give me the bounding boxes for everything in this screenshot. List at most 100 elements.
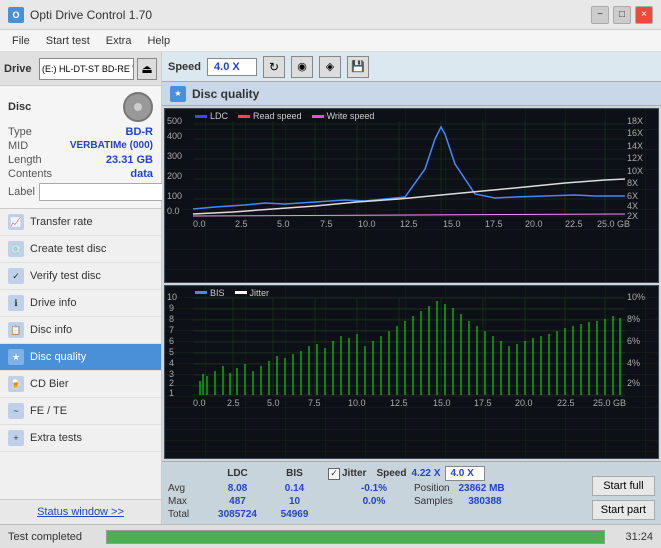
sidebar-item-disc-quality-label: Disc quality <box>30 351 86 363</box>
stats-avg-bis: 0.14 <box>267 483 322 494</box>
status-time: 31:24 <box>613 531 653 543</box>
maximize-button[interactable]: □ <box>613 6 631 24</box>
svg-text:16X: 16X <box>627 128 643 138</box>
jitter-checkbox-row: ✓ Jitter <box>328 468 366 480</box>
sidebar-item-verify-test-disc[interactable]: ✓ Verify test disc <box>0 263 161 290</box>
samples-value: 380388 <box>455 496 515 507</box>
sidebar-item-drive-info[interactable]: ℹ Drive info <box>0 290 161 317</box>
speed-refresh-btn[interactable]: ↻ <box>263 56 285 78</box>
speed-combo[interactable]: 4.0 X <box>207 58 257 76</box>
eject-button[interactable]: ⏏ <box>137 58 157 80</box>
action-buttons: Start full Start part <box>592 476 655 520</box>
minimize-button[interactable]: − <box>591 6 609 24</box>
speed-bar: Speed 4.0 X ↻ ◉ ◈ 💾 <box>162 52 661 82</box>
svg-text:12.5: 12.5 <box>400 219 418 229</box>
svg-text:7.5: 7.5 <box>320 219 333 229</box>
disc-panel-title: Disc <box>8 101 31 113</box>
disc-label-label: Label <box>8 186 35 198</box>
bis-legend-color <box>195 291 207 294</box>
stats-table: LDC BIS ✓ Jitter Speed 4.22 X 4.0 X <box>168 466 586 520</box>
sidebar-item-disc-quality[interactable]: ★ Disc quality <box>0 344 161 371</box>
svg-text:17.5: 17.5 <box>474 398 492 408</box>
svg-text:22.5: 22.5 <box>557 398 575 408</box>
svg-text:0.0: 0.0 <box>193 219 206 229</box>
disc-mid-row: MID VERBATIMe (000) <box>8 140 153 152</box>
svg-text:12X: 12X <box>627 153 643 163</box>
read-speed-legend-label: Read speed <box>253 111 302 121</box>
samples-label: Samples <box>414 496 453 507</box>
disc-type-row: Type BD-R <box>8 126 153 138</box>
read-speed-legend: Read speed <box>238 111 302 121</box>
lower-chart-legend: BIS Jitter <box>195 288 269 298</box>
sidebar-item-disc-info[interactable]: 📋 Disc info <box>0 317 161 344</box>
svg-text:7.5: 7.5 <box>308 398 321 408</box>
start-part-button[interactable]: Start part <box>592 500 655 520</box>
disc-info-icon: 📋 <box>8 322 24 338</box>
sidebar-item-create-test-disc-label: Create test disc <box>30 243 106 255</box>
disc-icon <box>123 92 153 122</box>
svg-text:25.0 GB: 25.0 GB <box>597 219 630 229</box>
drive-selector-row: Drive (E:) HL-DT-ST BD-RE WH16NS58 TST4 … <box>0 52 161 86</box>
menu-help[interactable]: Help <box>139 33 178 49</box>
stats-header-row: LDC BIS ✓ Jitter Speed 4.22 X 4.0 X <box>168 466 586 481</box>
menu-start-test[interactable]: Start test <box>38 33 98 49</box>
lower-chart-svg: 10 9 8 7 6 5 4 3 2 1 10% 8% 6% 4% 2% <box>165 286 658 459</box>
menu-extra[interactable]: Extra <box>98 33 140 49</box>
disc-type-label: Type <box>8 126 32 138</box>
speed-stat-combo[interactable]: 4.0 X <box>445 466 485 481</box>
speed-save-btn[interactable]: 💾 <box>347 56 369 78</box>
status-window-button[interactable]: Status window >> <box>8 504 153 520</box>
svg-text:15.0: 15.0 <box>443 219 461 229</box>
svg-text:2.5: 2.5 <box>227 398 240 408</box>
statusbar: Test completed 31:24 <box>0 524 661 548</box>
menu-file[interactable]: File <box>4 33 38 49</box>
drive-combo[interactable]: (E:) HL-DT-ST BD-RE WH16NS58 TST4 <box>39 58 134 80</box>
svg-text:10.0: 10.0 <box>348 398 366 408</box>
speed-btn3[interactable]: ◈ <box>319 56 341 78</box>
write-speed-legend-color <box>312 115 324 118</box>
menubar: File Start test Extra Help <box>0 30 661 52</box>
svg-text:4: 4 <box>169 358 174 368</box>
sidebar-item-disc-info-label: Disc info <box>30 324 72 336</box>
sidebar: Drive (E:) HL-DT-ST BD-RE WH16NS58 TST4 … <box>0 52 162 524</box>
stats-bis-header: BIS <box>267 468 322 479</box>
bis-legend-label: BIS <box>210 288 225 298</box>
sidebar-item-create-test-disc[interactable]: 💿 Create test disc <box>0 236 161 263</box>
svg-text:12.5: 12.5 <box>390 398 408 408</box>
ldc-legend: LDC <box>195 111 228 121</box>
sidebar-item-fe-te[interactable]: ~ FE / TE <box>0 398 161 425</box>
svg-text:20.0: 20.0 <box>525 219 543 229</box>
svg-text:300: 300 <box>167 151 182 161</box>
disc-contents-label: Contents <box>8 168 52 180</box>
sidebar-item-verify-test-disc-label: Verify test disc <box>30 270 101 282</box>
disc-label-input[interactable] <box>39 183 177 201</box>
disc-length-value: 23.31 GB <box>106 154 153 166</box>
jitter-legend-color <box>235 291 247 294</box>
sidebar-item-extra-tests[interactable]: + Extra tests <box>0 425 161 452</box>
create-test-disc-icon: 💿 <box>8 241 24 257</box>
quality-icon: ★ <box>170 86 186 102</box>
disc-inner <box>134 103 142 111</box>
position-value: 23862 MB <box>452 483 512 494</box>
svg-text:10.0: 10.0 <box>358 219 376 229</box>
svg-text:0.0: 0.0 <box>193 398 206 408</box>
stats-avg-jitter: -0.1% <box>344 483 404 494</box>
sidebar-item-transfer-rate[interactable]: 📈 Transfer rate <box>0 209 161 236</box>
svg-text:100: 100 <box>167 191 182 201</box>
svg-text:10%: 10% <box>627 292 645 302</box>
jitter-checkbox[interactable]: ✓ <box>328 468 340 480</box>
start-full-button[interactable]: Start full <box>592 476 655 496</box>
sidebar-item-cd-bier[interactable]: 🍺 CD Bier <box>0 371 161 398</box>
close-button[interactable]: × <box>635 6 653 24</box>
svg-text:0.0: 0.0 <box>167 206 180 216</box>
disc-type-value: BD-R <box>126 126 154 138</box>
speed-btn2[interactable]: ◉ <box>291 56 313 78</box>
svg-text:2: 2 <box>169 378 174 388</box>
upper-chart-svg: 500 400 300 200 100 0.0 18X 16X 14X 12X … <box>165 109 658 282</box>
app-title: Opti Drive Control 1.70 <box>30 8 152 22</box>
ldc-legend-label: LDC <box>210 111 228 121</box>
svg-text:2%: 2% <box>627 378 640 388</box>
sidebar-item-drive-info-label: Drive info <box>30 297 76 309</box>
position-label: Position <box>414 483 450 494</box>
svg-text:10X: 10X <box>627 166 643 176</box>
